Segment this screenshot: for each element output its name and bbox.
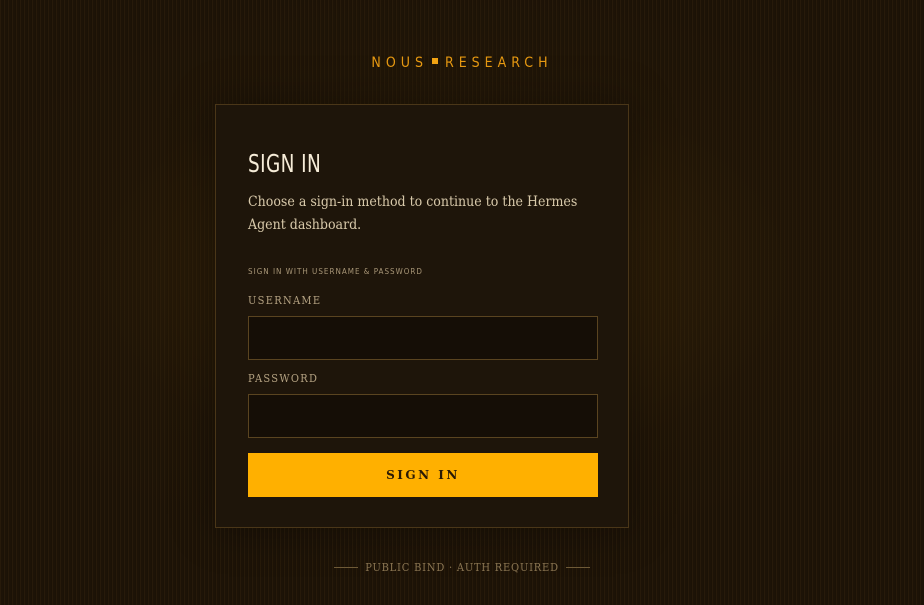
footer-rule-right (565, 566, 590, 568)
sign-in-button[interactable]: SIGN IN (248, 453, 598, 497)
password-input[interactable] (248, 394, 598, 438)
brand-name-left: NOUS (371, 55, 428, 71)
footer-text: PUBLIC BIND · AUTH REQUIRED (365, 561, 559, 574)
username-input[interactable] (248, 316, 598, 360)
section-label: SIGN IN WITH USERNAME & PASSWORD (248, 267, 423, 276)
brand-name-right: RESEARCH (444, 55, 553, 71)
page-title: SIGN IN (248, 149, 322, 178)
footer-status: PUBLIC BIND · AUTH REQUIRED (0, 561, 924, 575)
footer-rule-left (334, 566, 359, 568)
sign-in-card: SIGN IN Choose a sign-in method to conti… (215, 104, 629, 528)
password-label: PASSWORD (248, 372, 319, 385)
brand-wordmark: NOUS RESEARCH (0, 53, 924, 73)
square-icon (431, 58, 438, 64)
page-subtitle: Choose a sign-in method to continue to t… (248, 194, 578, 233)
username-label: USERNAME (248, 294, 322, 307)
